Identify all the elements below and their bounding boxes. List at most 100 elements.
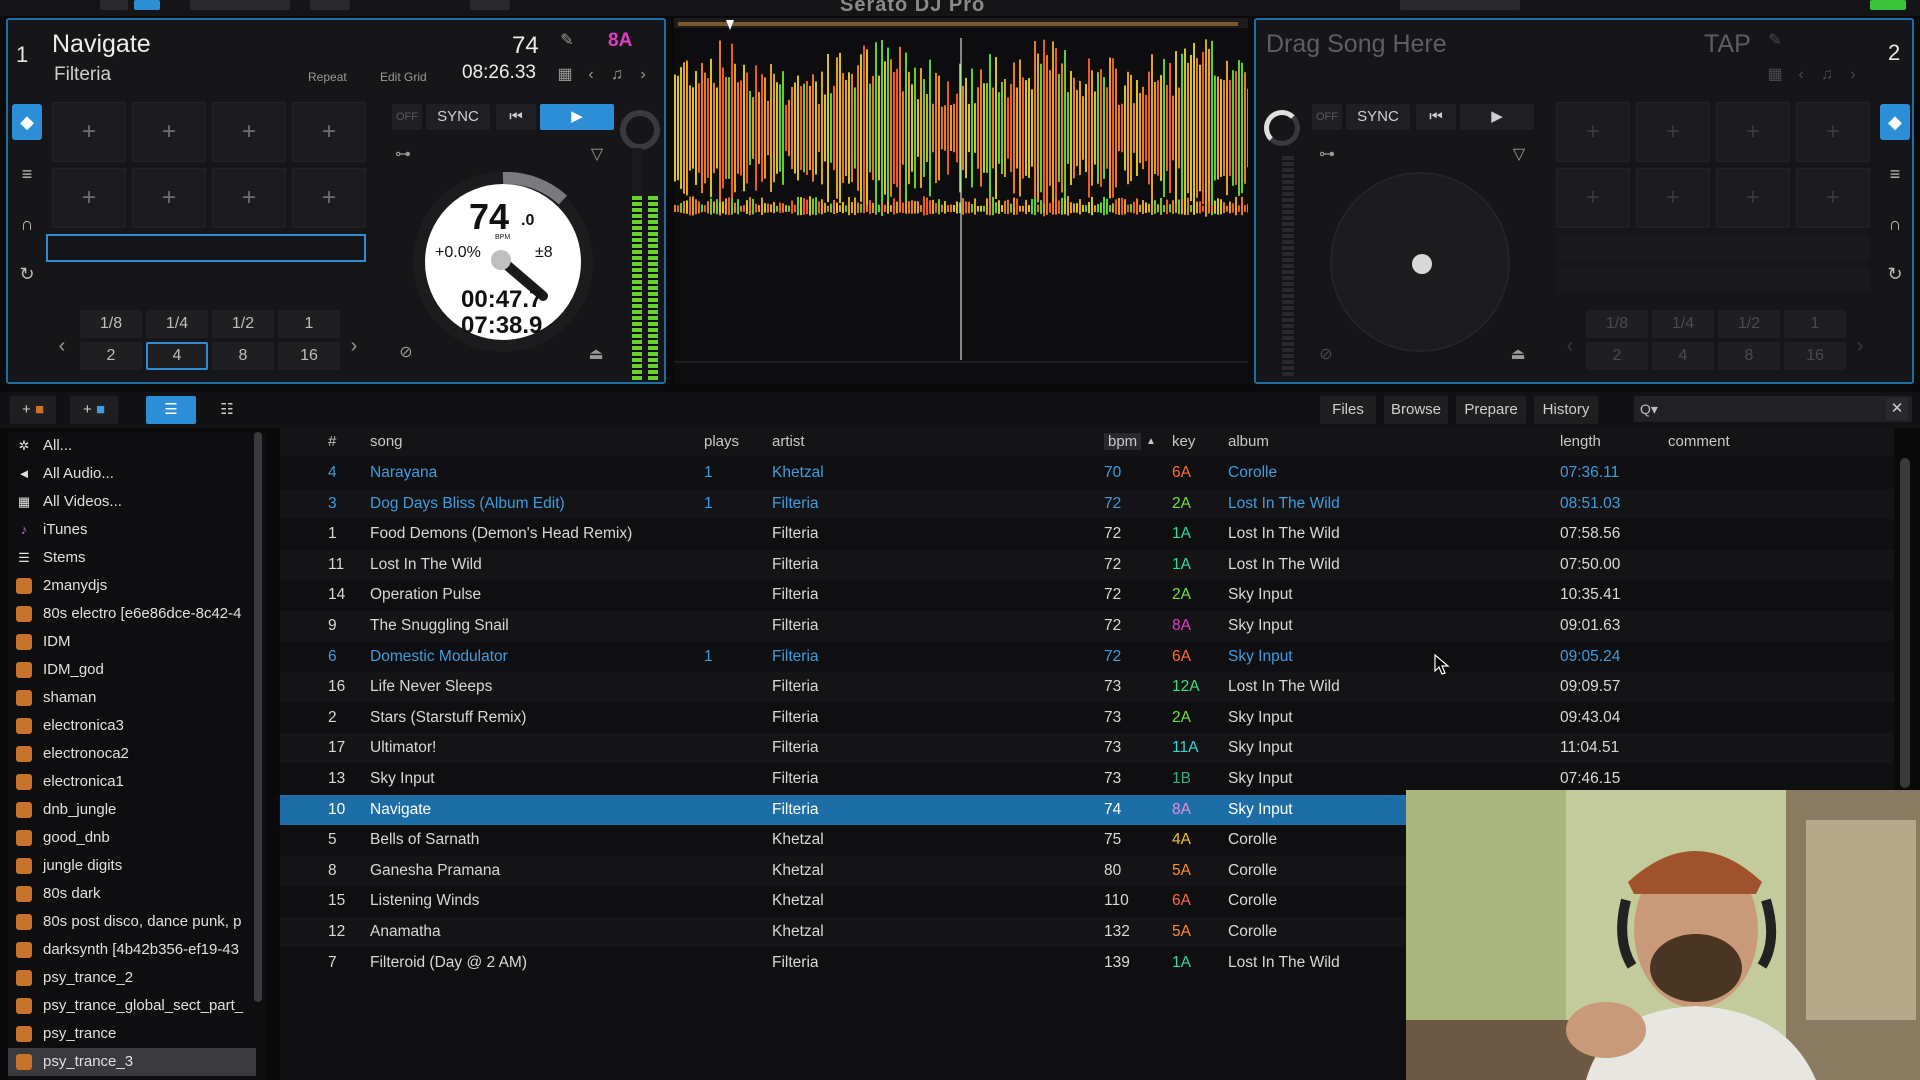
cue-pad-2[interactable]: + — [132, 102, 206, 162]
chevron-right-icon[interactable]: › — [1842, 64, 1864, 86]
chevron-left-icon[interactable]: ‹ — [580, 64, 602, 86]
table-row[interactable]: 1 Food Demons (Demon's Head Remix) Filteri… — [280, 519, 1894, 549]
link-icon[interactable]: ⊶ — [1312, 144, 1342, 166]
loop-length[interactable]: 1/2 — [212, 310, 274, 338]
sidebar-item[interactable]: electronica1 — [8, 768, 256, 796]
sidebar-item[interactable]: electronoca2 — [8, 740, 256, 768]
sidebar-scrollbar[interactable] — [254, 432, 262, 1002]
filter-icon[interactable]: ▽ — [582, 144, 612, 166]
loop-length[interactable]: 8 — [212, 342, 274, 370]
sync-off-button[interactable]: OFF — [1312, 104, 1342, 130]
cue-pad-3[interactable]: + — [1716, 102, 1790, 162]
col-header-song[interactable]: song — [370, 433, 403, 450]
loop-length[interactable]: 2 — [80, 342, 142, 370]
platter[interactable] — [1330, 172, 1510, 352]
link-icon[interactable]: ⊶ — [388, 144, 418, 166]
cue-pad-6[interactable]: + — [1636, 168, 1710, 228]
sidebar-item[interactable]: psy_trance_3 — [8, 1048, 256, 1076]
prepare-button[interactable]: Prepare — [1456, 396, 1526, 424]
col-header-length[interactable]: length — [1560, 433, 1601, 450]
browse-button[interactable]: Browse — [1384, 396, 1448, 424]
sidebar-item[interactable]: IDM_god — [8, 656, 256, 684]
previous-icon[interactable]: ⏮ — [496, 104, 536, 130]
cue-pad-3[interactable]: + — [212, 102, 286, 162]
cue-pad-4[interactable]: + — [1796, 102, 1870, 162]
loop-length[interactable]: 16 — [278, 342, 340, 370]
toolbar-button-active[interactable] — [134, 0, 160, 10]
censor-icon[interactable]: ⊘ — [392, 342, 420, 370]
sidebar-item[interactable]: IDM — [8, 628, 256, 656]
toolbar-button[interactable] — [310, 0, 350, 10]
toolbar-button[interactable] — [100, 0, 128, 10]
table-row[interactable]: 4 Narayana 1 Khetzal 70 6A Corolle 07:36.11 — [280, 458, 1894, 488]
loop-length[interactable]: 16 — [1784, 342, 1846, 370]
chevron-right-icon[interactable]: › — [632, 64, 654, 86]
list-icon[interactable]: ≡ — [1880, 156, 1910, 192]
headphones-icon[interactable]: ∩ — [12, 206, 42, 242]
grid-icon[interactable]: ▦ — [1764, 64, 1786, 86]
files-button[interactable]: Files — [1320, 396, 1376, 424]
sidebar-item[interactable]: psy_trance — [8, 1020, 256, 1048]
edit-pencil-icon[interactable]: ✎ — [1764, 30, 1786, 52]
sidebar-item[interactable]: shaman — [8, 684, 256, 712]
table-row[interactable]: 11 Lost In The Wild Filteria 72 1A Lost In Th… — [280, 549, 1894, 580]
toolbar-button[interactable] — [470, 0, 510, 10]
knob-icon[interactable] — [620, 110, 660, 150]
toolbar-button[interactable] — [190, 0, 290, 10]
sidebar-item[interactable]: ◄ All Audio... — [8, 460, 256, 488]
sidebar-item[interactable]: good_dnb — [8, 824, 256, 852]
loop-length[interactable]: 1/4 — [146, 310, 208, 338]
metronome-icon[interactable]: ♫ — [1816, 64, 1838, 86]
cue-pad-6[interactable]: + — [132, 168, 206, 228]
play-icon[interactable]: ▶ — [1460, 104, 1534, 130]
sync-button[interactable]: SYNC — [1346, 104, 1410, 130]
sidebar-item[interactable]: 80s dark — [8, 880, 256, 908]
cue-pad-7[interactable]: + — [1716, 168, 1790, 228]
col-header-comment[interactable]: comment — [1668, 433, 1730, 450]
history-button[interactable]: History — [1534, 396, 1598, 424]
search-input[interactable]: Q▾ — [1634, 396, 1912, 422]
col-header-plays[interactable]: plays — [704, 433, 739, 450]
table-scrollbar[interactable] — [1900, 458, 1910, 788]
play-icon[interactable]: ▶ — [540, 104, 614, 130]
table-row[interactable]: 2 Stars (Starstuff Remix) Filteria 73 2A Sky … — [280, 703, 1894, 733]
waveform-display[interactable] — [674, 18, 1249, 384]
loop-length[interactable]: 1/8 — [80, 310, 142, 338]
sidebar-item[interactable]: ▦ All Videos... — [8, 488, 256, 516]
sync-off-button[interactable]: OFF — [392, 104, 422, 130]
loop-slot-2[interactable] — [1556, 266, 1870, 292]
sidebar-item[interactable]: psy_trance_global_sect_part_ — [8, 992, 256, 1020]
tap-button[interactable]: TAP — [1704, 30, 1751, 59]
col-header-num[interactable]: # — [328, 433, 336, 450]
cue-pad-5[interactable]: + — [52, 168, 126, 228]
sidebar-item[interactable]: 2manydjs — [8, 572, 256, 600]
table-row[interactable]: 6 Domestic Modulator 1 Filteria 72 6A Sky Inpu… — [280, 642, 1894, 672]
filter-icon[interactable]: ▽ — [1504, 144, 1534, 166]
loop-length-active[interactable]: 4 — [146, 342, 208, 370]
loop-length[interactable]: 1/2 — [1718, 310, 1780, 338]
loop-slot-2[interactable] — [46, 266, 366, 292]
eject-icon[interactable]: ⏏ — [1504, 344, 1532, 372]
sidebar-item[interactable]: ♪ iTunes — [8, 516, 256, 544]
loop-next-button[interactable]: › — [342, 316, 366, 376]
loop-icon[interactable]: ↻ — [12, 256, 42, 292]
loop-slot-1[interactable] — [46, 234, 366, 262]
cue-mode-icon[interactable]: ◆ — [1880, 104, 1910, 140]
table-row[interactable]: 16 Life Never Sleeps Filteria 73 12A Lost In … — [280, 672, 1894, 703]
edit-pencil-icon[interactable]: ✎ — [556, 30, 578, 52]
table-row[interactable]: 17 Ultimator! Filteria 73 11A Sky Input 11:04.… — [280, 733, 1894, 764]
previous-icon[interactable]: ⏮ — [1416, 104, 1456, 130]
chevron-left-icon[interactable]: ‹ — [1790, 64, 1812, 86]
toolbar-button[interactable] — [1400, 0, 1520, 10]
loop-length[interactable]: 4 — [1652, 342, 1714, 370]
eject-icon[interactable]: ⏏ — [582, 344, 610, 372]
col-header-key[interactable]: key — [1172, 433, 1195, 450]
sync-button[interactable]: SYNC — [426, 104, 490, 130]
cue-pad-1[interactable]: + — [1556, 102, 1630, 162]
sidebar-item[interactable]: ☰ Stems — [8, 544, 256, 572]
loop-prev-button[interactable]: ‹ — [50, 316, 74, 376]
loop-prev-button[interactable]: ‹ — [1558, 316, 1582, 376]
loop-slot-1[interactable] — [1556, 234, 1870, 262]
loop-length[interactable]: 1 — [278, 310, 340, 338]
table-row[interactable]: 9 The Snuggling Snail Filteria 72 8A Sky Inpu… — [280, 611, 1894, 641]
